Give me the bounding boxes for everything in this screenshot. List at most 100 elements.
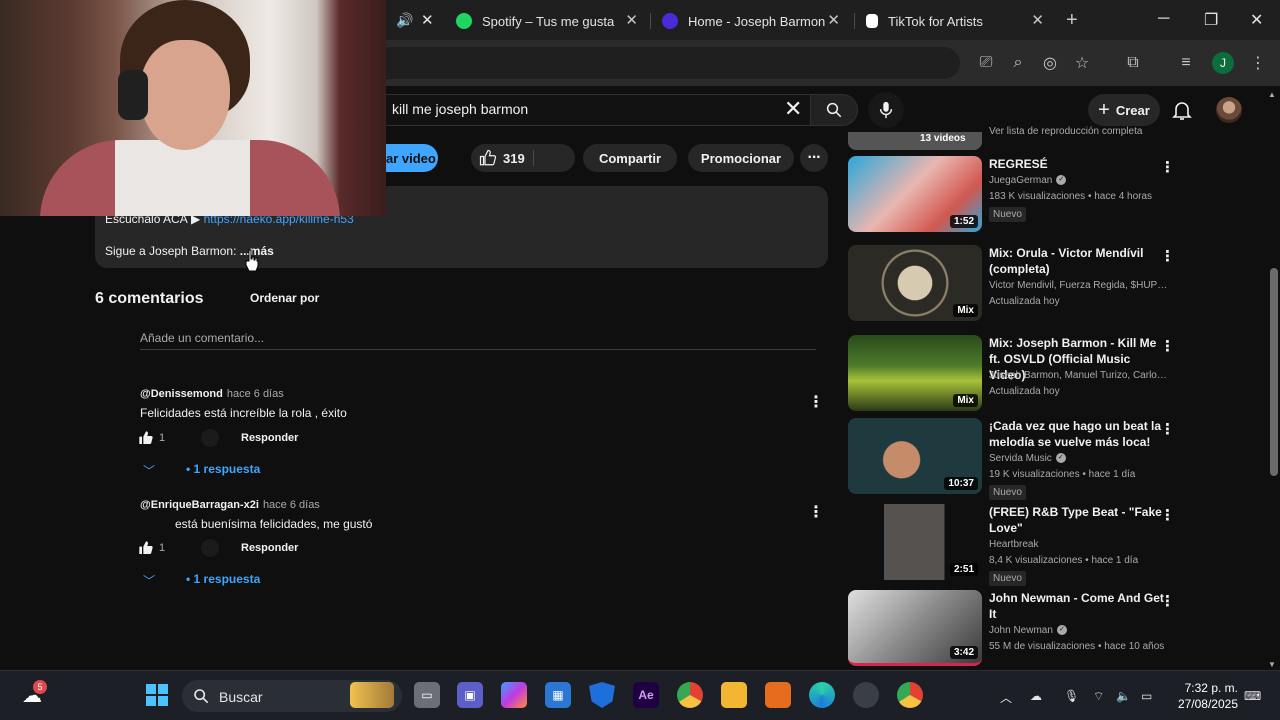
video-title[interactable]: ¡Cada vez que hago un beat la melodía se… <box>989 418 1169 450</box>
tray-app-icon[interactable]: ☁ <box>1030 689 1042 703</box>
microphone-tray-icon[interactable]: 🎙 <box>1064 689 1079 703</box>
comment-like-icon[interactable] <box>138 430 154 446</box>
chrome-profile-avatar[interactable]: J <box>1212 52 1234 74</box>
scroll-down-arrow[interactable]: ▼ <box>1268 660 1276 669</box>
voice-search-button[interactable] <box>868 92 904 128</box>
reply-button[interactable]: Responder <box>241 432 298 444</box>
video-title[interactable]: Mix: Orula - Victor Mendívil (completa) <box>989 245 1169 277</box>
video-menu-icon[interactable]: ⋮ <box>1160 506 1175 524</box>
extensions-icon[interactable]: ⧉ <box>1122 52 1144 74</box>
comment-author[interactable]: @EnriqueBarragan-x2i hace 6 días <box>140 499 320 511</box>
comment-dislike-icon[interactable] <box>201 539 219 557</box>
comment-menu-icon[interactable]: ⋮ <box>808 395 824 411</box>
search-button[interactable] <box>810 94 858 126</box>
video-menu-icon[interactable]: ⋮ <box>1160 337 1175 355</box>
chevron-down-icon[interactable]: ﹀ <box>143 462 155 479</box>
after-effects-icon[interactable]: Ae <box>633 682 659 708</box>
new-tab-button[interactable]: + <box>1066 9 1078 32</box>
edge-icon[interactable] <box>809 682 835 708</box>
clear-search-icon[interactable]: ✕ <box>784 98 802 120</box>
create-button[interactable]: + Crear <box>1088 94 1160 126</box>
scrollbar-thumb[interactable] <box>1270 268 1278 476</box>
video-title[interactable]: John Newman - Come And Get It <box>989 590 1169 622</box>
comment-like-icon[interactable] <box>138 540 154 556</box>
scroll-up-arrow[interactable]: ▲ <box>1268 90 1276 99</box>
tab-spotify[interactable]: Spotify – Tus me gusta ✕ <box>446 6 650 36</box>
promote-button[interactable]: Promocionar <box>688 144 794 172</box>
file-explorer-icon[interactable] <box>721 682 747 708</box>
bookmark-star-icon[interactable]: ☆ <box>1071 52 1093 74</box>
tab-close-icon[interactable]: ✕ <box>421 11 434 29</box>
obs-icon[interactable] <box>853 682 879 708</box>
recommended-video[interactable]: 10:37 ¡Cada vez que hago un beat la melo… <box>848 418 1178 500</box>
notifications-bell-icon[interactable] <box>1170 98 1194 122</box>
video-channel[interactable]: Heartbreak <box>989 539 1169 550</box>
zoom-icon[interactable]: ⌕ <box>1007 52 1029 74</box>
recommended-video[interactable]: 2:51 (FREE) R&B Type Beat - "Fake Love" … <box>848 504 1178 586</box>
video-channel[interactable]: Servida Music ✓ <box>989 453 1169 464</box>
tab-joseph-barmon[interactable]: Home - Joseph Barmon ✕ <box>652 6 852 36</box>
recommended-video[interactable]: 1:52 REGRESÉ JuegaGerman ✓ 183 K visualiz… <box>848 156 1178 234</box>
volume-icon[interactable]: 🔈 <box>1116 689 1131 703</box>
close-window-button[interactable]: ✕ <box>1250 10 1263 30</box>
video-menu-icon[interactable]: ⋮ <box>1160 247 1175 265</box>
close-icon[interactable]: ✕ <box>1031 13 1044 29</box>
comment-menu-icon[interactable]: ⋮ <box>808 505 824 521</box>
task-view-icon[interactable]: ▭ <box>414 682 440 708</box>
clock-date[interactable]: 27/08/2025 <box>1172 697 1238 711</box>
video-menu-icon[interactable]: ⋮ <box>1160 158 1175 176</box>
eye-off-icon[interactable]: ◎ <box>1039 52 1061 74</box>
video-channel[interactable]: JuegaGerman ✓ <box>989 175 1169 186</box>
install-app-icon[interactable]: ⎚ <box>975 52 997 74</box>
video-menu-icon[interactable]: ⋮ <box>1160 420 1175 438</box>
view-replies-button[interactable]: • 1 respuesta <box>186 462 260 476</box>
sort-comments-button[interactable]: Ordenar por <box>250 291 319 305</box>
save-video-button[interactable]: ar video <box>386 144 438 172</box>
video-thumbnail[interactable]: 2:51 <box>848 504 982 580</box>
video-title[interactable]: (FREE) R&B Type Beat - "Fake Love" <box>989 504 1169 536</box>
maximize-button[interactable]: ❐ <box>1204 10 1218 30</box>
tab-audio-icon[interactable]: 🔊 <box>396 12 413 29</box>
recommended-video[interactable]: 3:42 John Newman - Come And Get It John … <box>848 590 1178 668</box>
comment-author[interactable]: @Denissemond hace 6 días <box>140 388 284 400</box>
comment-dislike-icon[interactable] <box>201 429 219 447</box>
windows-start-button[interactable] <box>144 682 170 708</box>
tab-tiktok[interactable]: TikTok for Artists ✕ <box>856 6 1056 36</box>
wifi-icon[interactable]: ⌔ <box>1093 689 1104 704</box>
video-menu-icon[interactable]: ⋮ <box>1160 592 1175 610</box>
share-button[interactable]: Compartir <box>583 144 677 172</box>
store-icon[interactable]: ▦ <box>545 682 571 708</box>
video-channel[interactable]: Victor Mendivil, Fuerza Regida, $HUPE y … <box>989 280 1169 291</box>
video-thumbnail[interactable]: Mix <box>848 335 982 411</box>
close-icon[interactable]: ✕ <box>625 13 638 29</box>
video-channel[interactable]: Joseph Barmon, Manuel Turizo, Carlos V..… <box>989 370 1169 381</box>
notifications-icon[interactable]: ⌨ <box>1244 689 1261 703</box>
youtube-account-avatar[interactable] <box>1216 97 1242 123</box>
chrome-menu-icon[interactable]: ⋮ <box>1247 52 1269 74</box>
copilot-icon[interactable] <box>501 682 527 708</box>
playlist-meta[interactable]: Ver lista de reproducción completa <box>989 126 1142 137</box>
reply-button[interactable]: Responder <box>241 542 298 554</box>
add-comment-input[interactable]: Añade un comentario... <box>140 331 264 345</box>
search-query[interactable]: kill me joseph barmon <box>392 101 528 117</box>
tray-expand-icon[interactable]: ︿ <box>1000 689 1012 706</box>
video-channel[interactable]: John Newman ✓ <box>989 625 1169 636</box>
video-thumbnail[interactable]: 10:37 <box>848 418 982 494</box>
more-actions-button[interactable]: ··· <box>800 144 828 172</box>
chevron-down-icon[interactable]: ﹀ <box>143 572 155 589</box>
video-title[interactable]: REGRESÉ <box>989 156 1169 172</box>
battery-icon[interactable]: ▭ <box>1141 689 1152 703</box>
video-thumbnail[interactable]: 1:52 <box>848 156 982 232</box>
chrome-icon[interactable] <box>677 682 703 708</box>
thumbs-up-icon[interactable] <box>479 149 497 167</box>
clock-time[interactable]: 7:32 p. m. <box>1178 681 1238 695</box>
recommended-video[interactable]: Mix Mix: Orula - Victor Mendívil (comple… <box>848 245 1178 323</box>
recommended-video[interactable]: Mix Mix: Joseph Barmon - Kill Me ft. OSV… <box>848 335 1178 413</box>
video-thumbnail[interactable]: 3:42 <box>848 590 982 666</box>
media-control-icon[interactable]: ≡ <box>1175 52 1197 74</box>
teams-icon[interactable]: ▣ <box>457 682 483 708</box>
video-thumbnail[interactable]: Mix <box>848 245 982 321</box>
minimize-button[interactable]: ─ <box>1158 10 1169 28</box>
fl-studio-icon[interactable] <box>765 682 791 708</box>
view-replies-button[interactable]: • 1 respuesta <box>186 572 260 586</box>
